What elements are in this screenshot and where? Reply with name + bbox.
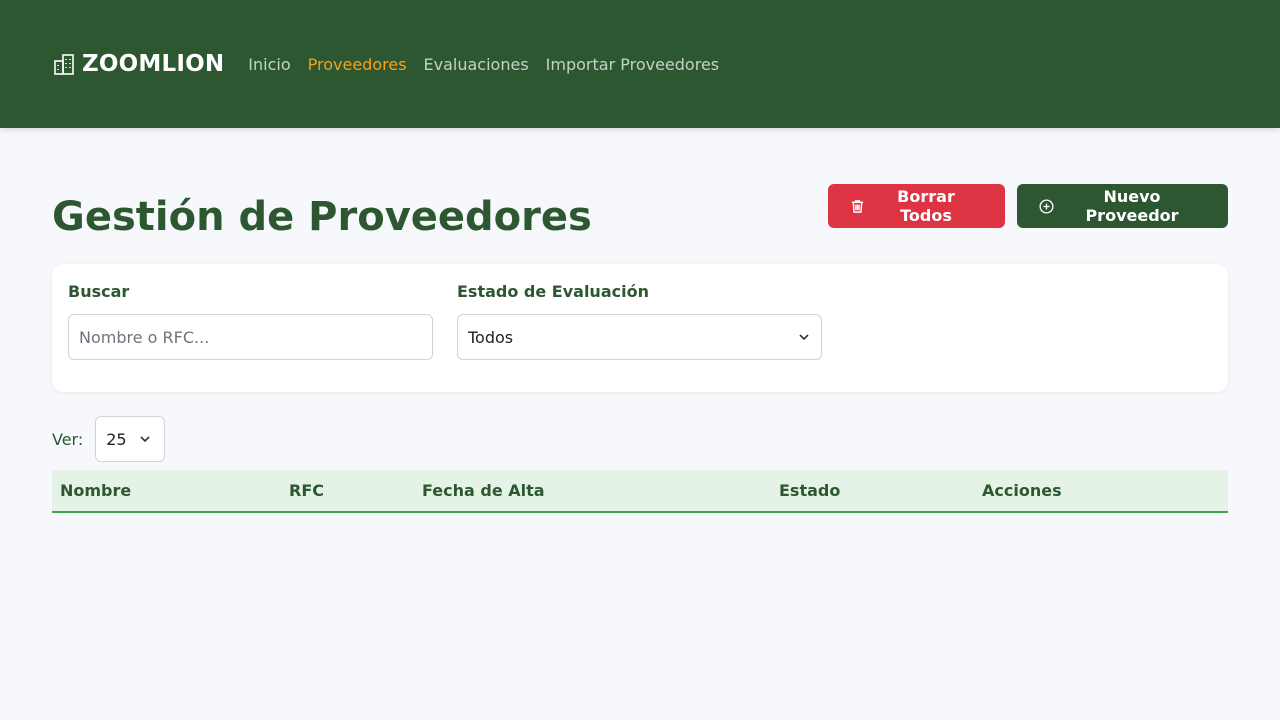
page-header: Gestión de Proveedores Borrar Todos Nuev…	[52, 184, 1228, 239]
column-header-rfc[interactable]: RFC	[281, 470, 414, 512]
status-select-value: Todos	[468, 327, 514, 347]
building-icon	[52, 52, 76, 76]
table-header: Nombre RFC Fecha de Alta Estado Acciones	[52, 470, 1228, 512]
column-header-fecha-de-alta[interactable]: Fecha de Alta	[414, 470, 771, 512]
page-title: Gestión de Proveedores	[52, 194, 592, 240]
brand-name: ZOOMLION	[82, 51, 225, 77]
main-content: Gestión de Proveedores Borrar Todos Nuev…	[0, 184, 1280, 513]
table-header-row: Nombre RFC Fecha de Alta Estado Acciones	[52, 470, 1228, 512]
status-select[interactable]: Todos	[457, 314, 822, 360]
delete-all-label: Borrar Todos	[897, 187, 955, 225]
brand-link[interactable]: ZOOMLION	[52, 51, 224, 77]
header-actions: Borrar Todos Nuevo Proveedor	[828, 184, 1228, 228]
suppliers-table: Nombre RFC Fecha de Alta Estado Acciones	[52, 470, 1228, 513]
filter-card: Buscar Estado de Evaluación Todos	[52, 264, 1228, 392]
new-supplier-button[interactable]: Nuevo Proveedor	[1017, 184, 1228, 228]
plus-circle-icon	[1039, 198, 1054, 214]
search-input[interactable]	[68, 314, 433, 360]
status-field: Estado de Evaluación Todos	[457, 282, 822, 374]
nav-links: Inicio Proveedores Evaluaciones Importar…	[248, 55, 719, 74]
delete-all-button[interactable]: Borrar Todos	[828, 184, 1005, 228]
top-navbar: ZOOMLION Inicio Proveedores Evaluaciones…	[0, 0, 1280, 128]
per-page-select[interactable]: 25	[95, 416, 166, 462]
nav-link-inicio[interactable]: Inicio	[248, 55, 290, 74]
search-field: Buscar	[68, 282, 433, 374]
nav-link-proveedores[interactable]: Proveedores	[308, 55, 407, 74]
new-supplier-label: Nuevo Proveedor	[1085, 187, 1179, 225]
column-header-nombre[interactable]: Nombre	[52, 470, 281, 512]
nav-link-evaluaciones[interactable]: Evaluaciones	[424, 55, 529, 74]
trash-icon	[850, 199, 865, 214]
column-header-acciones: Acciones	[982, 481, 1062, 500]
column-header-estado[interactable]: Estado	[771, 470, 974, 512]
chevron-down-icon	[797, 330, 811, 344]
per-page-row: Ver: 25	[52, 416, 1228, 462]
per-page-value: 25	[106, 429, 127, 449]
search-label: Buscar	[68, 282, 130, 301]
chevron-down-icon	[138, 432, 152, 446]
per-page-label: Ver:	[52, 429, 84, 449]
suppliers-table-wrapper: Nombre RFC Fecha de Alta Estado Acciones	[52, 470, 1228, 513]
status-label: Estado de Evaluación	[457, 282, 649, 301]
nav-link-importar-proveedores[interactable]: Importar Proveedores	[546, 55, 719, 74]
